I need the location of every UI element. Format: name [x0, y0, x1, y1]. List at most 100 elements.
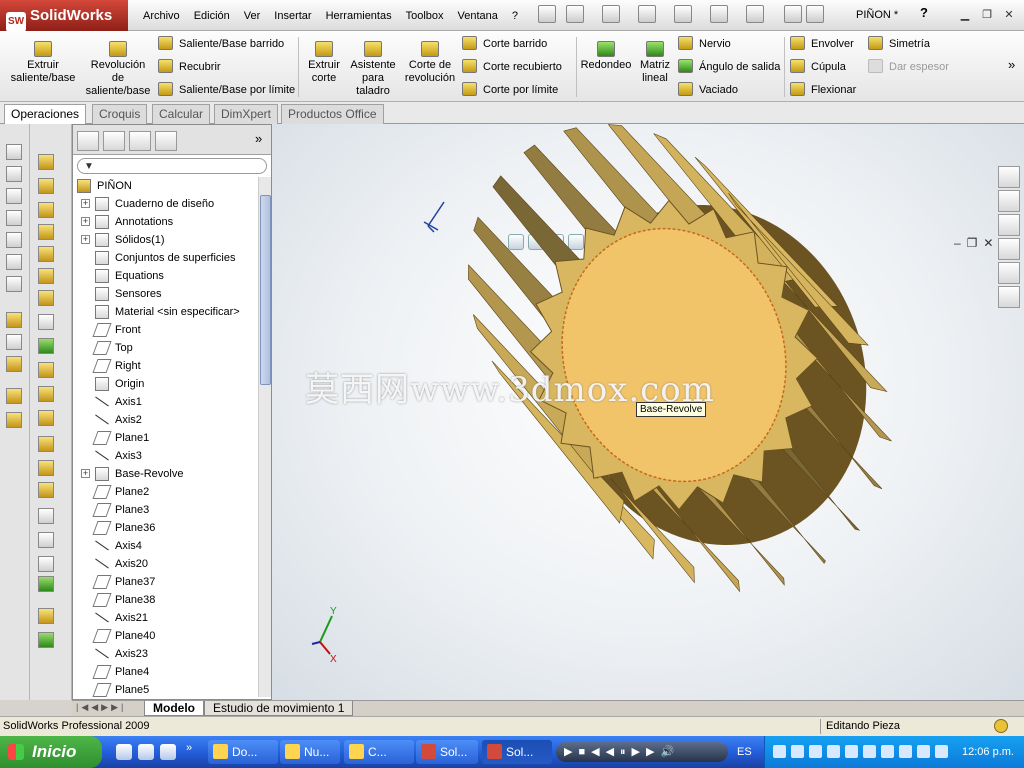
media-player-controls[interactable]: ▶■◀◀⏸▶▶🔊 — [556, 742, 728, 762]
task-folder[interactable]: Nu... — [280, 740, 340, 764]
rib-button[interactable]: Nervio — [678, 34, 731, 54]
dome-icon[interactable] — [38, 532, 54, 548]
tree-item[interactable]: Axis4 — [73, 537, 259, 555]
smart-dimension-icon[interactable] — [6, 334, 22, 350]
tree-item[interactable]: Axis3 — [73, 447, 259, 465]
help-button[interactable]: ? — [920, 5, 938, 23]
mirror-icon[interactable] — [38, 460, 54, 476]
tab-dimxpert[interactable]: DimXpert — [214, 104, 279, 124]
shell-icon[interactable] — [38, 386, 54, 402]
tray-antivirus-icon[interactable] — [845, 745, 858, 758]
flex-icon[interactable] — [38, 556, 54, 572]
menu-archivo[interactable]: Archivo — [136, 10, 187, 22]
plane-icon[interactable] — [38, 290, 54, 306]
pattern-icon[interactable] — [38, 436, 54, 452]
hole-wizard-button[interactable]: Asistente para taladro — [348, 35, 398, 98]
resources-home-icon[interactable] — [998, 166, 1020, 188]
rebuild-status-icon[interactable] — [994, 719, 1008, 733]
dimxpert-manager-tab-icon[interactable] — [155, 131, 177, 151]
menu-herramientas[interactable]: Herramientas — [319, 10, 399, 22]
tray-display-icon[interactable] — [899, 745, 912, 758]
print-icon[interactable] — [674, 5, 692, 23]
quicklaunch-more-icon[interactable]: » — [186, 742, 192, 754]
view-top-icon[interactable] — [6, 232, 22, 248]
quicklaunch-desktop-icon[interactable] — [160, 744, 176, 760]
tab-operaciones[interactable]: Operaciones — [4, 104, 87, 125]
configuration-icon[interactable] — [6, 412, 22, 428]
tree-item[interactable]: Material <sin especificar> — [73, 303, 259, 321]
extrude-cut-button[interactable]: Extruir corte — [304, 35, 344, 85]
tab-modelo[interactable]: Modelo — [144, 701, 204, 716]
swept-cut-button[interactable]: Corte barrido — [462, 34, 547, 54]
scrollbar-thumb[interactable] — [260, 195, 271, 385]
task-word[interactable]: Do... — [208, 740, 278, 764]
tray-safely-remove-icon[interactable] — [935, 745, 948, 758]
configuration-manager-tab-icon[interactable] — [129, 131, 151, 151]
sketch-icon[interactable] — [6, 312, 22, 328]
tray-connection-icon[interactable] — [917, 745, 930, 758]
feature-manager-tab-icon[interactable] — [77, 131, 99, 151]
tree-item[interactable]: Conjuntos de superficies — [73, 249, 259, 267]
appearances-icon[interactable] — [998, 262, 1020, 284]
close-icon[interactable]: ✕ — [1000, 6, 1018, 24]
view-iso-icon[interactable] — [6, 276, 22, 292]
relations-icon[interactable] — [6, 356, 22, 372]
tray-security-icon[interactable] — [791, 745, 804, 758]
tree-item[interactable]: Plane37 — [73, 573, 259, 591]
tree-item[interactable]: + Base-Revolve — [73, 465, 259, 483]
thicken-button[interactable]: Dar espesor — [868, 57, 949, 77]
tray-volume-icon[interactable] — [881, 745, 894, 758]
tree-item[interactable]: Plane38 — [73, 591, 259, 609]
media-buttons[interactable]: ▶■◀◀⏸▶▶🔊 — [564, 745, 680, 759]
design-library-icon[interactable] — [998, 190, 1020, 212]
axis-icon[interactable] — [38, 314, 54, 330]
expand-toggle-icon[interactable]: + — [81, 235, 90, 244]
linear-pattern-button[interactable]: Matriz lineal — [636, 35, 674, 85]
task-solidworks-2[interactable]: Sol... — [482, 740, 552, 764]
tray-network-icon[interactable] — [773, 745, 786, 758]
revolve-cut-button[interactable]: Corte de revolución — [402, 35, 458, 85]
extrude-icon[interactable] — [38, 154, 54, 170]
solidworks-logo[interactable]: SW SolidWorks — [0, 0, 128, 32]
boundary-boss-button[interactable]: Saliente/Base por límite — [158, 80, 295, 100]
minimize-icon[interactable]: ▁ — [956, 6, 974, 24]
graphics-viewport[interactable]: –❐✕ Y X 莫西网www.3dmox.com Base-Revolve — [272, 124, 1024, 700]
spline-icon[interactable] — [38, 632, 54, 648]
tree-item[interactable]: Axis23 — [73, 645, 259, 663]
flex-button[interactable]: Flexionar — [790, 80, 856, 100]
tree-item[interactable]: Plane3 — [73, 501, 259, 519]
tree-item[interactable]: Axis20 — [73, 555, 259, 573]
task-app[interactable]: C... — [344, 740, 414, 764]
custom-properties-icon[interactable] — [998, 286, 1020, 308]
expand-toggle-icon[interactable]: + — [81, 217, 90, 226]
boundary-cut-button[interactable]: Corte por límite — [462, 80, 558, 100]
menu-ventana[interactable]: Ventana — [451, 10, 505, 22]
tree-item[interactable]: Equations — [73, 267, 259, 285]
expand-panel-icon[interactable]: » — [255, 131, 262, 146]
tree-item[interactable]: + Cuaderno de diseño — [73, 195, 259, 213]
tree-item[interactable]: + Sólidos(1) — [73, 231, 259, 249]
chamfer-icon[interactable] — [38, 362, 54, 378]
mirror-button[interactable]: Simetría — [868, 34, 930, 54]
tree-filter-input[interactable]: ▼ — [77, 158, 267, 174]
loft-boss-button[interactable]: Recubrir — [158, 57, 221, 77]
tree-item[interactable]: Axis21 — [73, 609, 259, 627]
curve-icon[interactable] — [38, 608, 54, 624]
extrude-boss-button[interactable]: Extruir saliente/base — [8, 35, 78, 85]
layer-icon[interactable] — [6, 388, 22, 404]
tree-item[interactable]: Axis1 — [73, 393, 259, 411]
tab-estudio-movimiento[interactable]: Estudio de movimiento 1 — [204, 701, 354, 716]
cut-extrude-icon[interactable] — [38, 246, 54, 262]
tab-productos-office[interactable]: Productos Office — [281, 104, 384, 124]
tree-item[interactable]: Plane4 — [73, 663, 259, 681]
tree-scrollbar[interactable] — [258, 177, 271, 697]
fillet-button[interactable]: Redondeo — [580, 35, 632, 72]
start-button[interactable]: Inicio — [0, 736, 102, 768]
tree-item[interactable]: Plane2 — [73, 483, 259, 501]
quicklaunch-media-icon[interactable] — [138, 744, 154, 760]
file-explorer-icon[interactable] — [998, 214, 1020, 236]
swept-boss-button[interactable]: Saliente/Base barrido — [158, 34, 284, 54]
tree-item[interactable]: Right — [73, 357, 259, 375]
tree-item[interactable]: Sensores — [73, 285, 259, 303]
draft-button[interactable]: Ángulo de salida — [678, 57, 780, 77]
